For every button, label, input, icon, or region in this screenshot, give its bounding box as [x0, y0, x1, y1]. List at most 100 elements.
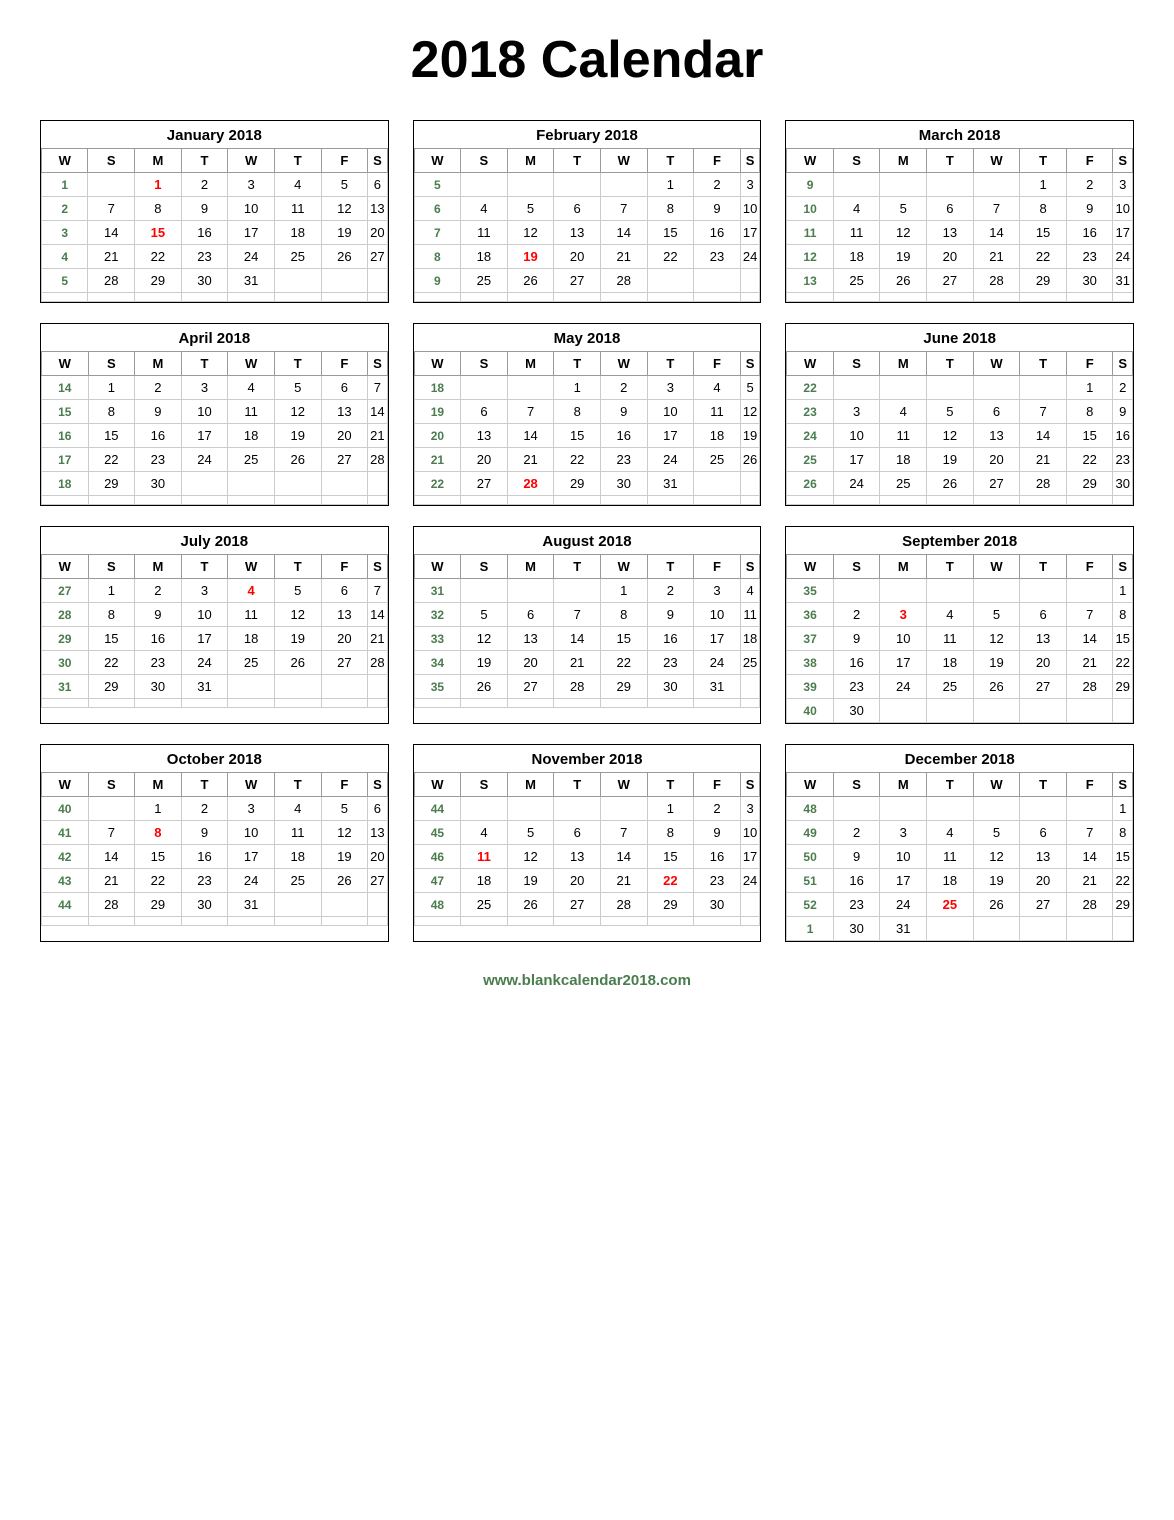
col-header: W	[228, 149, 275, 173]
col-header: W	[600, 773, 647, 797]
calendar-day	[321, 472, 368, 496]
calendar-day: 3	[880, 603, 927, 627]
calendar-day: 12	[880, 221, 927, 245]
calendar-day: 26	[507, 269, 554, 293]
calendar-day	[274, 472, 321, 496]
calendar-day	[927, 797, 974, 821]
calendar-day: 24	[740, 245, 760, 269]
week-number: 31	[414, 579, 461, 603]
calendar-day	[694, 269, 741, 293]
month-block: August 2018WSMTWTFS311234325678910113312…	[413, 526, 762, 724]
calendar-day: 31	[694, 675, 741, 699]
month-title: October 2018	[41, 745, 388, 772]
week-number	[42, 917, 89, 926]
col-header: W	[973, 149, 1020, 173]
col-header: F	[1066, 352, 1113, 376]
col-header: W	[787, 149, 834, 173]
col-header: T	[181, 352, 228, 376]
calendar-day	[927, 293, 974, 302]
col-header: T	[274, 149, 321, 173]
calendar-day	[88, 917, 135, 926]
calendar-day: 2	[181, 797, 228, 821]
calendar-day	[228, 675, 275, 699]
week-number: 38	[787, 651, 834, 675]
calendar-day: 14	[1066, 845, 1113, 869]
calendar-day: 21	[1020, 448, 1067, 472]
calendar-day: 3	[1113, 173, 1133, 197]
calendar-day: 27	[321, 651, 368, 675]
calendar-day: 19	[740, 424, 760, 448]
calendar-day: 22	[647, 869, 694, 893]
calendar-day	[833, 293, 880, 302]
week-number: 23	[787, 400, 834, 424]
week-number: 33	[414, 627, 461, 651]
calendar-day: 27	[554, 269, 601, 293]
calendar-day: 11	[228, 400, 275, 424]
calendar-day: 15	[1020, 221, 1067, 245]
col-header: S	[833, 773, 880, 797]
calendar-day: 27	[973, 472, 1020, 496]
calendar-day	[507, 579, 554, 603]
col-header: W	[787, 555, 834, 579]
calendar-day: 30	[135, 472, 182, 496]
calendar-day: 17	[833, 448, 880, 472]
calendar-day: 17	[228, 845, 275, 869]
calendar-day: 8	[88, 603, 135, 627]
calendar-day: 6	[321, 579, 368, 603]
week-number: 35	[787, 579, 834, 603]
calendar-day	[600, 699, 647, 708]
week-number: 16	[42, 424, 89, 448]
calendar-day: 28	[88, 269, 135, 293]
calendar-day	[88, 699, 135, 708]
col-header: M	[507, 352, 554, 376]
calendar-day: 7	[1066, 603, 1113, 627]
calendar-day: 8	[135, 821, 182, 845]
calendar-day: 1	[88, 579, 135, 603]
week-number: 7	[414, 221, 460, 245]
calendar-day	[274, 496, 321, 505]
calendar-day: 27	[554, 893, 601, 917]
calendar-day: 15	[1113, 845, 1133, 869]
calendar-day: 31	[647, 472, 694, 496]
col-header: M	[507, 555, 554, 579]
calendar-day: 11	[927, 627, 974, 651]
calendar-day	[181, 917, 228, 926]
calendar-day	[973, 917, 1020, 941]
calendar-day	[274, 699, 321, 708]
calendar-day: 6	[1020, 603, 1067, 627]
calendar-day	[880, 496, 927, 505]
calendar-day	[740, 472, 760, 496]
calendar-day: 11	[228, 603, 275, 627]
calendar-day: 12	[274, 400, 321, 424]
calendar-day: 20	[1020, 869, 1067, 893]
week-number: 47	[414, 869, 461, 893]
week-number: 6	[414, 197, 460, 221]
calendar-day: 10	[833, 424, 880, 448]
calendar-day: 9	[1113, 400, 1133, 424]
calendar-day: 10	[880, 627, 927, 651]
calendar-day: 29	[88, 472, 135, 496]
week-number: 4	[42, 245, 88, 269]
calendar-day: 9	[694, 197, 741, 221]
calendar-day: 8	[600, 603, 647, 627]
calendar-day: 7	[600, 821, 647, 845]
month-block: May 2018WSMTWTFS181234519678910111220131…	[413, 323, 762, 506]
calendar-day	[507, 496, 554, 505]
col-header: W	[600, 149, 647, 173]
calendar-day: 1	[88, 376, 135, 400]
calendar-day: 10	[647, 400, 694, 424]
calendar-day: 22	[1113, 869, 1133, 893]
calendar-day	[88, 173, 135, 197]
calendar-day: 18	[274, 845, 321, 869]
calendar-day: 9	[1066, 197, 1113, 221]
col-header: W	[600, 555, 647, 579]
calendar-day	[135, 293, 182, 302]
calendar-day	[181, 293, 228, 302]
calendar-day: 1	[1113, 579, 1133, 603]
col-header: S	[368, 352, 388, 376]
calendar-day: 9	[135, 400, 182, 424]
col-header: S	[368, 555, 388, 579]
calendar-day: 23	[694, 245, 741, 269]
week-number: 48	[414, 893, 461, 917]
calendar-day: 6	[507, 603, 554, 627]
